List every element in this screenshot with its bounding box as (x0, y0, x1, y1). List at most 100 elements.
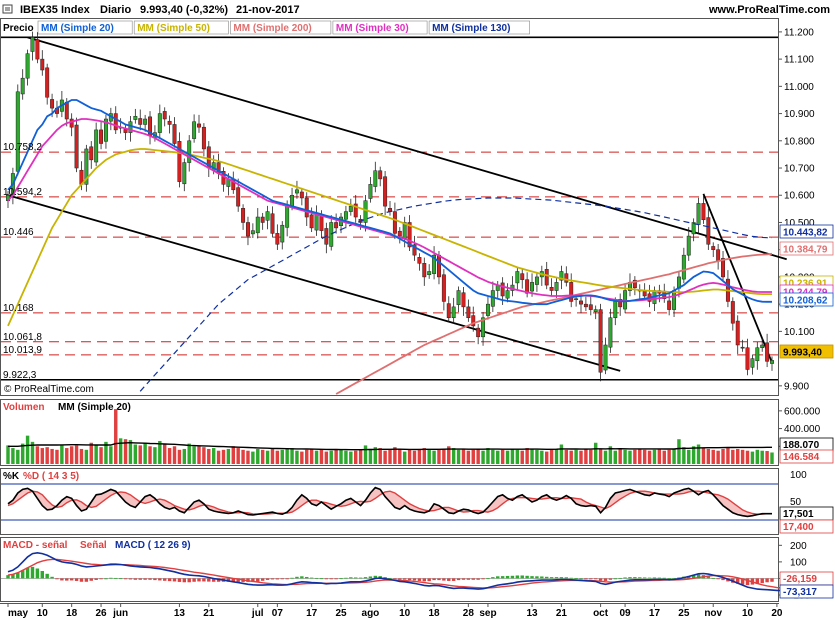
stochastic-lines (1, 483, 778, 521)
volume-bar (716, 450, 720, 464)
volume-bar (216, 450, 221, 464)
volume-bar (236, 448, 240, 464)
macd-histogram-bar (662, 577, 666, 579)
candle-body (544, 269, 549, 286)
volume-bar (378, 448, 382, 464)
level-label: 10.758,2 (3, 142, 42, 153)
candle-body (280, 224, 285, 243)
macd-histogram-bar (79, 578, 84, 582)
volume-bar (491, 449, 495, 464)
macd-histogram-bar (270, 578, 275, 580)
volume-bar (574, 449, 578, 464)
candle-body (309, 214, 314, 229)
macd-histogram-bar (256, 578, 260, 582)
macd-histogram-bar (354, 577, 358, 579)
volume-bar (662, 450, 666, 464)
level-label: 10.013,9 (3, 345, 42, 356)
macd-axis: 2001000-100-26,159-73,317 (778, 541, 834, 602)
volume-bar (451, 448, 456, 464)
candle-body (755, 347, 760, 362)
macd-histogram-bar (642, 577, 647, 579)
macd-histogram-bar (613, 578, 617, 580)
macd-histogram-bar (711, 577, 715, 579)
volume-bar (481, 450, 485, 464)
x-tick-label: nov (704, 608, 722, 619)
volume-bar (652, 449, 657, 464)
macd-histogram-bar (280, 578, 284, 580)
candle-body (730, 301, 735, 324)
volume-bar (721, 448, 725, 464)
macd-histogram-bar (197, 578, 201, 582)
macd-histogram-bar (260, 578, 265, 581)
macd-histogram-bar (447, 578, 451, 581)
x-tick-label: 10 (742, 608, 754, 619)
volume-bar (520, 450, 524, 464)
macd-histogram-bar (407, 578, 412, 581)
macd-signal-label: Señal (80, 540, 107, 551)
watermark: © ProRealTime.com (4, 384, 94, 395)
volume-bar (687, 449, 691, 464)
candle-body (520, 273, 525, 280)
macd-histogram-bar (65, 578, 69, 581)
candle-body (534, 276, 539, 285)
macd-histogram-bar (505, 575, 510, 579)
x-tick-label: 21 (556, 608, 568, 619)
volume-bar (329, 450, 333, 464)
macd-histogram-bar (118, 578, 123, 580)
candle-body (40, 58, 45, 71)
macd-histogram-bar (163, 578, 167, 581)
macd-histogram-bar (329, 578, 333, 580)
macd-histogram-bar (55, 578, 59, 580)
macd-histogram-bar (99, 578, 103, 580)
macd-tag-label: -73,317 (783, 587, 817, 598)
macd-histogram-bar (427, 578, 431, 582)
candle-body (750, 358, 755, 368)
candle-body (667, 300, 672, 310)
volume-bar (60, 444, 64, 464)
macd-histogram-bar (417, 578, 422, 581)
volume-bar (50, 448, 54, 464)
volume-bar (270, 448, 275, 464)
volume-bar (84, 449, 89, 464)
volume-bar (559, 444, 564, 464)
volume-bar (461, 448, 466, 464)
macd-histogram-bar (187, 578, 191, 583)
volume-bar (354, 450, 358, 464)
volume-bar (628, 450, 632, 464)
stoch-k-tag-label: 17,501 (783, 509, 814, 520)
volume-bar (143, 442, 147, 464)
candle-body (711, 246, 716, 250)
macd-histogram-bar (84, 578, 89, 582)
candle-body (696, 203, 701, 225)
macd-histogram-bar (104, 578, 108, 580)
candle-body (299, 191, 304, 199)
volume-bar (657, 448, 662, 464)
volume-tag-label: 146.584 (783, 452, 820, 463)
price-tick-label: 9.900 (784, 381, 809, 392)
candle-body (397, 230, 402, 237)
macd-histogram-bar (486, 578, 490, 580)
volume-bar (192, 446, 196, 464)
volume-bar (711, 449, 715, 464)
volume-bar (221, 449, 226, 464)
volume-bar (740, 449, 745, 464)
volume-bar (25, 435, 30, 464)
volume-bar (133, 444, 138, 464)
macd-histogram-bar (466, 578, 471, 580)
candle-body (392, 211, 397, 234)
volume-bar (363, 445, 368, 464)
macd-histogram-bar (123, 578, 128, 580)
volume-bar (765, 451, 769, 464)
volume-bar (672, 448, 676, 464)
macd-histogram-bar (202, 578, 206, 582)
x-tick-label: sep (479, 608, 496, 619)
candle-body (20, 77, 25, 95)
macd-histogram-bar (314, 577, 319, 579)
volume-bar (275, 450, 280, 464)
candle-body (334, 222, 339, 229)
candle-body (74, 124, 79, 169)
header-menu-icon[interactable] (2, 4, 13, 14)
candle-body (505, 290, 510, 299)
candle-body (427, 271, 432, 275)
macd-histogram-bar (324, 578, 329, 580)
